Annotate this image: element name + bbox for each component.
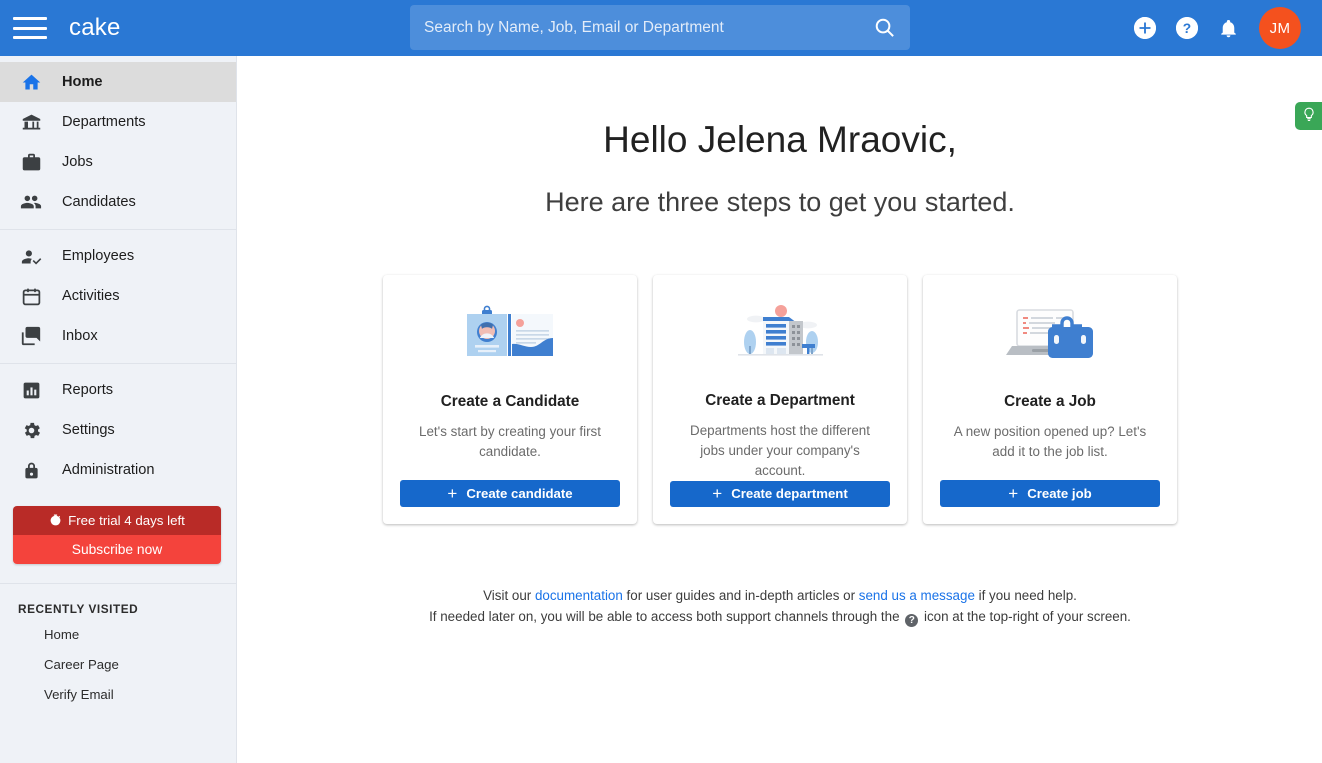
svg-text:?: ?: [1183, 21, 1191, 36]
sidebar-divider: [0, 363, 236, 364]
sidebar-item-label: Settings: [62, 422, 115, 438]
sidebar: Home Departments Jobs Candidates Employe…: [0, 56, 237, 763]
create-candidate-label: Create candidate: [466, 486, 573, 501]
send-message-link[interactable]: send us a message: [859, 588, 975, 603]
card-description: Departments host the different jobs unde…: [690, 422, 870, 478]
add-icon[interactable]: [1134, 17, 1156, 39]
sidebar-group-primary: Home Departments Jobs Candidates: [0, 62, 236, 222]
create-candidate-button[interactable]: + Create candidate: [400, 480, 620, 507]
sidebar-item-jobs[interactable]: Jobs: [0, 142, 236, 182]
sidebar-item-label: Employees: [62, 248, 135, 264]
sidebar-item-reports[interactable]: Reports: [0, 370, 236, 410]
timer-icon: [50, 514, 61, 526]
subscribe-now-button[interactable]: Subscribe now: [13, 535, 221, 564]
free-trial-banner: Free trial 4 days left Subscribe now: [13, 506, 221, 564]
user-avatar[interactable]: JM: [1259, 7, 1301, 49]
plus-icon: +: [712, 483, 723, 503]
help-icon: ?: [905, 614, 919, 627]
sidebar-item-candidates[interactable]: Candidates: [0, 182, 236, 222]
card-create-department: Create a Department Departments host the…: [653, 275, 907, 524]
card-description: A new position opened up? Let's add it t…: [953, 424, 1147, 459]
card-title: Create a Candidate: [440, 393, 580, 410]
footer-line-1: Visit our documentation for user guides …: [238, 585, 1322, 606]
documentation-link[interactable]: documentation: [535, 588, 623, 603]
footer-text-a: Visit our: [483, 588, 535, 603]
footer-text-e: icon at the top-right of your screen.: [920, 609, 1131, 624]
sidebar-item-settings[interactable]: Settings: [0, 410, 236, 450]
recent-item-verify-email[interactable]: Verify Email: [0, 679, 236, 709]
search-input[interactable]: [410, 5, 858, 50]
header-actions: ? JM: [1134, 0, 1301, 56]
main-content: Hello Jelena Mraovic, Here are three ste…: [238, 56, 1322, 763]
bar-chart-icon: [18, 378, 44, 402]
create-job-button[interactable]: + Create job: [940, 480, 1160, 507]
tips-lightbulb-tab[interactable]: [1295, 102, 1322, 130]
card-title: Create a Department: [705, 391, 855, 409]
sidebar-item-label: Reports: [62, 382, 114, 398]
calendar-icon: [18, 284, 44, 308]
laptop-briefcase-illustration: [1004, 297, 1096, 371]
people-icon: [18, 190, 44, 214]
page-subtitle: Here are three steps to get you started.: [545, 187, 1015, 217]
sidebar-item-label: Jobs: [62, 154, 93, 170]
create-job-label: Create job: [1027, 486, 1092, 501]
person-check-icon: [18, 244, 44, 268]
create-department-button[interactable]: + Create department: [670, 480, 890, 507]
help-footer: Visit our documentation for user guides …: [238, 585, 1322, 627]
sidebar-item-label: Activities: [62, 288, 120, 304]
recent-item-career-page[interactable]: Career Page: [0, 649, 236, 679]
gear-icon: [18, 418, 44, 442]
search-icon[interactable]: [858, 5, 910, 50]
trial-status-label: Free trial 4 days left: [68, 513, 185, 528]
footer-text-c: if you need help.: [974, 588, 1077, 603]
hamburger-menu-icon[interactable]: [13, 15, 47, 41]
trial-status: Free trial 4 days left: [13, 506, 221, 535]
sidebar-item-label: Candidates: [62, 194, 136, 210]
lightbulb-icon: [1302, 107, 1316, 126]
sidebar-item-inbox[interactable]: Inbox: [0, 316, 236, 356]
home-icon: [18, 70, 44, 94]
sidebar-item-administration[interactable]: Administration: [0, 450, 236, 490]
briefcase-icon: [18, 150, 44, 174]
sidebar-group-admin: Reports Settings Administration: [0, 370, 236, 490]
top-header: cake ? JM: [0, 0, 1322, 56]
resume-clipboard-illustration: [464, 297, 556, 371]
plus-icon: +: [447, 483, 458, 503]
recent-item-home[interactable]: Home: [0, 619, 236, 649]
app-root: cake ? JM: [0, 0, 1322, 763]
chat-icon: [18, 324, 44, 348]
card-description: Let's start by creating your first candi…: [419, 424, 601, 459]
sidebar-item-label: Home: [62, 74, 103, 90]
plus-icon: +: [1008, 483, 1019, 503]
sidebar-item-home[interactable]: Home: [0, 62, 236, 102]
help-icon[interactable]: ?: [1176, 17, 1198, 39]
notifications-bell-icon[interactable]: [1218, 18, 1239, 39]
sidebar-item-label: Departments: [62, 114, 146, 130]
sidebar-item-label: Administration: [62, 462, 155, 478]
sidebar-item-departments[interactable]: Departments: [0, 102, 236, 142]
sidebar-item-activities[interactable]: Activities: [0, 276, 236, 316]
recently-visited-title: RECENTLY VISITED: [18, 602, 139, 616]
footer-line-2: If needed later on, you will be able to …: [238, 606, 1322, 627]
office-building-illustration: [734, 297, 826, 370]
onboarding-cards: Create a Candidate Let's start by creati…: [238, 275, 1322, 524]
card-create-job: Create a Job A new position opened up? L…: [923, 275, 1177, 524]
global-search[interactable]: [410, 5, 910, 50]
page-title: Hello Jelena Mraovic,: [603, 119, 957, 160]
create-department-label: Create department: [731, 486, 848, 502]
sidebar-item-employees[interactable]: Employees: [0, 236, 236, 276]
app-brand-logo[interactable]: cake: [69, 14, 121, 42]
sidebar-divider: [0, 229, 236, 230]
footer-text-b: for user guides and in-depth articles or: [622, 588, 859, 603]
card-title: Create a Job: [1004, 393, 1096, 410]
sidebar-item-label: Inbox: [62, 328, 98, 344]
footer-text-d: If needed later on, you will be able to …: [429, 609, 904, 624]
lock-icon: [18, 458, 44, 482]
card-create-candidate: Create a Candidate Let's start by creati…: [383, 275, 637, 524]
sidebar-group-work: Employees Activities Inbox: [0, 236, 236, 356]
bank-icon: [18, 110, 44, 134]
